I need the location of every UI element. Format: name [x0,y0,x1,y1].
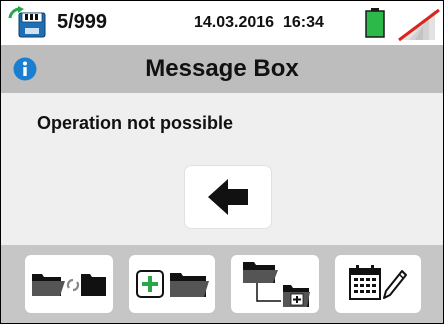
battery-full-icon [365,8,385,43]
softkey-folder-transfer[interactable] [25,255,113,313]
sd-card-sync-icon [7,6,51,45]
page-title: Message Box [145,55,299,82]
softkey-new-folder[interactable] [129,255,215,313]
time-text: 16:34 [282,14,324,31]
status-bar: 5/999 14.03.2016 16:34 [1,1,443,45]
date-text: 14.03.2016 [194,14,275,31]
folder-transfer-icon [32,274,106,296]
memory-counter: 5/999 [57,11,108,33]
calendar-edit-icon [349,265,407,300]
instrument-screen: 5/999 14.03.2016 16:34 Message Box Opera… [0,0,444,324]
title-bar: Message Box [1,45,443,93]
new-folder-icon [136,270,209,298]
message-text: Operation not possible [37,113,234,133]
folder-tree-icon [243,262,310,307]
back-button[interactable] [185,166,271,228]
softkey-folder-tree[interactable] [231,255,319,313]
date-time: 14.03.2016 16:34 [194,14,324,32]
softkey-calendar-edit[interactable] [335,255,421,313]
wifi-disabled-icon [395,6,441,47]
arrow-left-icon [208,179,248,215]
